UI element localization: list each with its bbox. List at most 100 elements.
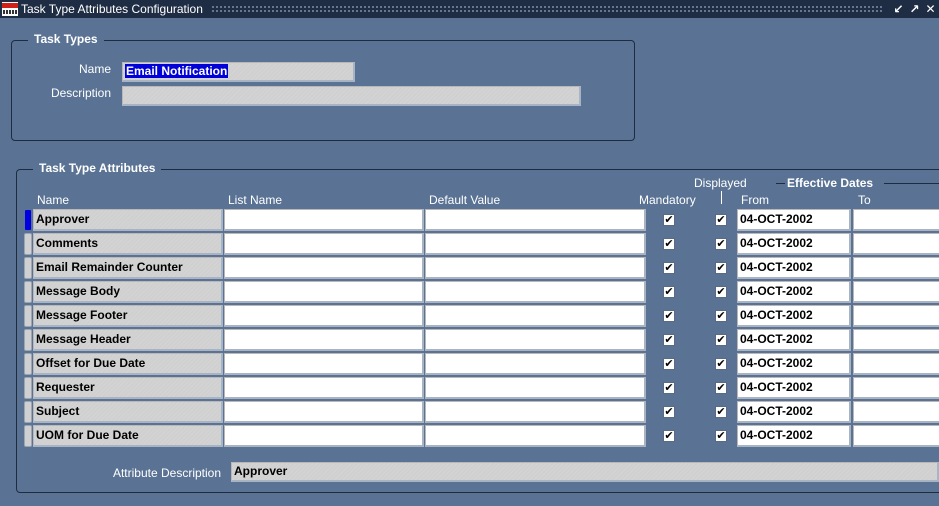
default-value-field[interactable] [425, 281, 646, 303]
default-value-field[interactable] [425, 377, 646, 399]
checkmark-icon: ✔ [664, 262, 674, 274]
attribute-name-field[interactable]: Approver [33, 209, 223, 231]
effective-to-field[interactable] [853, 305, 939, 327]
displayed-checkbox[interactable]: ✔ [715, 238, 727, 250]
table-row: Requester ✔ ✔ 04-OCT-2002 [24, 377, 939, 399]
description-label: Description [50, 86, 111, 100]
displayed-checkbox[interactable]: ✔ [715, 262, 727, 274]
effective-from-field[interactable]: 04-OCT-2002 [737, 425, 851, 447]
effective-to-field[interactable] [853, 425, 939, 447]
effective-from-field[interactable]: 04-OCT-2002 [737, 353, 851, 375]
list-name-field[interactable] [224, 281, 424, 303]
displayed-checkbox[interactable]: ✔ [715, 406, 727, 418]
minimize-icon[interactable]: ↙ [891, 2, 906, 17]
list-name-field[interactable] [224, 329, 424, 351]
row-indicator[interactable] [24, 257, 32, 279]
mandatory-checkbox[interactable]: ✔ [663, 334, 675, 346]
close-icon[interactable]: ✕ [923, 2, 938, 17]
default-value-field[interactable] [425, 401, 646, 423]
displayed-checkbox[interactable]: ✔ [715, 214, 727, 226]
effective-to-field[interactable] [853, 377, 939, 399]
row-indicator[interactable] [24, 425, 32, 447]
effective-from-field[interactable]: 04-OCT-2002 [737, 329, 851, 351]
titlebar-grip[interactable] [210, 5, 883, 13]
default-value-field[interactable] [425, 329, 646, 351]
default-value-field[interactable] [425, 353, 646, 375]
attribute-name-field[interactable]: Email Remainder Counter [33, 257, 223, 279]
row-indicator[interactable] [24, 401, 32, 423]
attribute-name-field[interactable]: Offset for Due Date [33, 353, 223, 375]
effective-to-field[interactable] [853, 281, 939, 303]
effective-to-field[interactable] [853, 209, 939, 231]
effective-from-field[interactable]: 04-OCT-2002 [737, 209, 851, 231]
checkmark-icon: ✔ [664, 358, 674, 370]
mandatory-checkbox[interactable]: ✔ [663, 310, 675, 322]
displayed-checkbox[interactable]: ✔ [715, 430, 727, 442]
displayed-checkbox[interactable]: ✔ [715, 334, 727, 346]
list-name-field[interactable] [224, 353, 424, 375]
displayed-checkbox[interactable]: ✔ [715, 358, 727, 370]
mandatory-checkbox[interactable]: ✔ [663, 286, 675, 298]
attribute-name-field[interactable]: Comments [33, 233, 223, 255]
effective-to-field[interactable] [853, 257, 939, 279]
mandatory-checkbox[interactable]: ✔ [663, 382, 675, 394]
row-indicator[interactable] [24, 233, 32, 255]
mandatory-checkbox[interactable]: ✔ [663, 430, 675, 442]
attribute-description-field[interactable]: Approver [231, 462, 939, 482]
effective-to-field[interactable] [853, 233, 939, 255]
list-name-field[interactable] [224, 233, 424, 255]
displayed-checkbox[interactable]: ✔ [715, 286, 727, 298]
attribute-name-field[interactable]: Requester [33, 377, 223, 399]
attribute-name-field[interactable]: Message Footer [33, 305, 223, 327]
default-value-field[interactable] [425, 209, 646, 231]
attribute-name-field[interactable]: UOM for Due Date [33, 425, 223, 447]
table-row: Message Footer ✔ ✔ 04-OCT-2002 [24, 305, 939, 327]
mandatory-checkbox[interactable]: ✔ [663, 358, 675, 370]
mandatory-checkbox[interactable]: ✔ [663, 214, 675, 226]
displayed-checkbox[interactable]: ✔ [715, 382, 727, 394]
effective-from-field[interactable]: 04-OCT-2002 [737, 401, 851, 423]
default-value-field[interactable] [425, 257, 646, 279]
effective-to-field[interactable] [853, 353, 939, 375]
effective-from-field[interactable]: 04-OCT-2002 [737, 257, 851, 279]
effective-from-field[interactable]: 04-OCT-2002 [737, 281, 851, 303]
default-value-field[interactable] [425, 233, 646, 255]
header-mandatory: Mandatory [639, 193, 696, 207]
list-name-field[interactable] [224, 425, 424, 447]
attribute-name-field[interactable]: Subject [33, 401, 223, 423]
mandatory-checkbox[interactable]: ✔ [663, 406, 675, 418]
maximize-icon[interactable]: ↗ [907, 2, 922, 17]
effective-from-field[interactable]: 04-OCT-2002 [737, 233, 851, 255]
row-indicator[interactable] [24, 209, 32, 231]
task-type-name-value: Email Notification [125, 64, 229, 78]
row-indicator[interactable] [24, 377, 32, 399]
checkmark-icon: ✔ [716, 334, 726, 346]
list-name-field[interactable] [224, 257, 424, 279]
effective-to-field[interactable] [853, 329, 939, 351]
default-value-field[interactable] [425, 305, 646, 327]
attribute-name-field[interactable]: Message Header [33, 329, 223, 351]
effective-from-field[interactable]: 04-OCT-2002 [737, 377, 851, 399]
effective-dates-line-left [776, 183, 785, 184]
task-type-description-field[interactable] [122, 86, 581, 106]
row-indicator[interactable] [24, 305, 32, 327]
task-type-name-field[interactable]: Email Notification [122, 62, 355, 82]
oracle-app-icon [2, 2, 18, 16]
list-name-field[interactable] [224, 209, 424, 231]
row-indicator[interactable] [24, 353, 32, 375]
checkmark-icon: ✔ [716, 358, 726, 370]
effective-to-field[interactable] [853, 401, 939, 423]
list-name-field[interactable] [224, 305, 424, 327]
checkmark-icon: ✔ [716, 430, 726, 442]
displayed-checkbox[interactable]: ✔ [715, 310, 727, 322]
row-indicator[interactable] [24, 329, 32, 351]
list-name-field[interactable] [224, 377, 424, 399]
mandatory-checkbox[interactable]: ✔ [663, 262, 675, 274]
list-name-field[interactable] [224, 401, 424, 423]
mandatory-checkbox[interactable]: ✔ [663, 238, 675, 250]
default-value-field[interactable] [425, 425, 646, 447]
effective-from-field[interactable]: 04-OCT-2002 [737, 305, 851, 327]
row-indicator[interactable] [24, 281, 32, 303]
table-row: Subject ✔ ✔ 04-OCT-2002 [24, 401, 939, 423]
attribute-name-field[interactable]: Message Body [33, 281, 223, 303]
